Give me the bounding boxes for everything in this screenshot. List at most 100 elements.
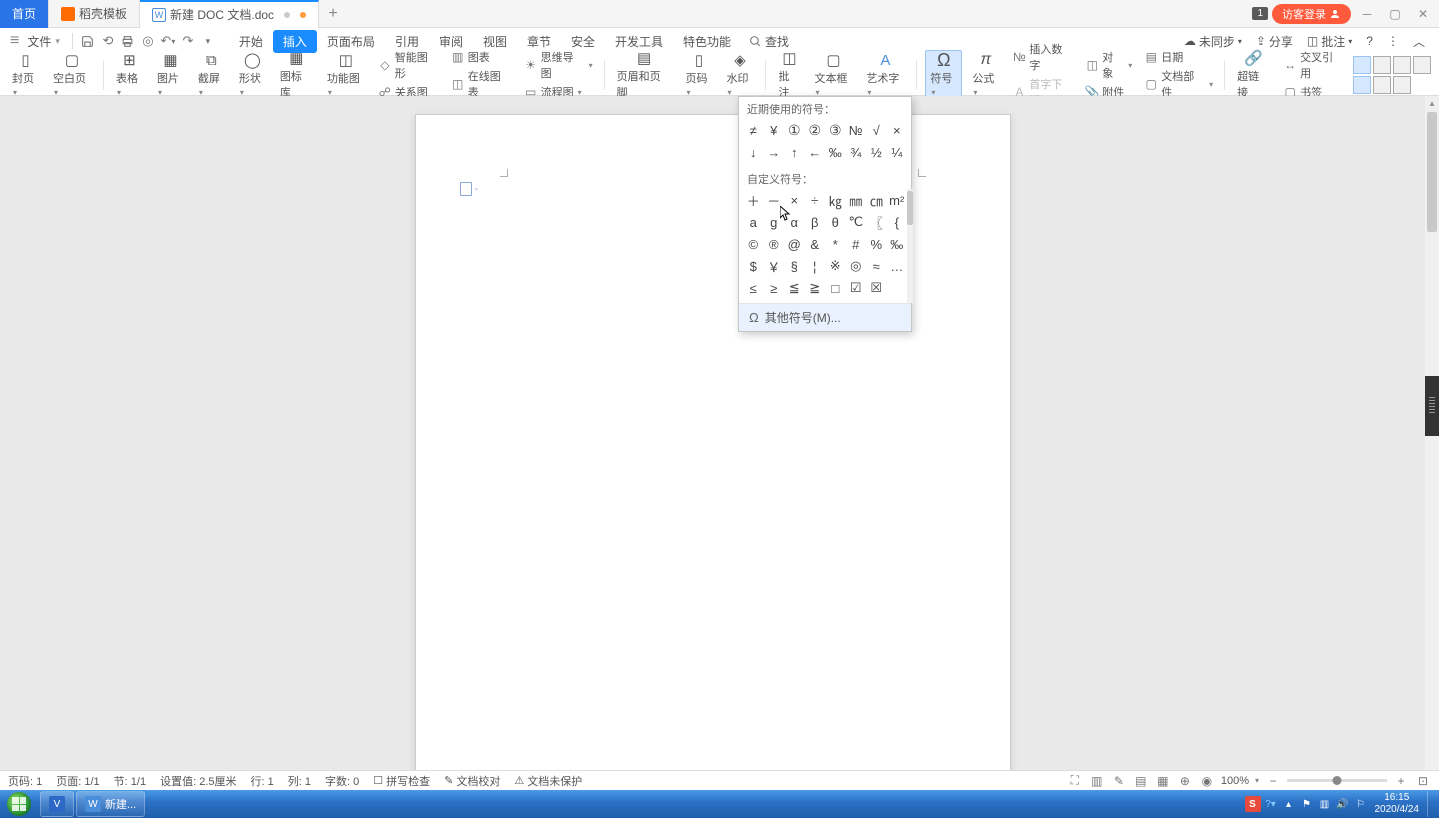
status-col[interactable]: 列: 1 — [288, 773, 311, 789]
sym-arrow-left[interactable]: ← — [805, 141, 826, 163]
equation-button[interactable]: π公式▾ — [968, 51, 1003, 98]
sym-permille2[interactable]: ‰ — [887, 233, 908, 255]
zoom-in[interactable]: + — [1393, 773, 1409, 789]
sym-asterisk[interactable]: * — [825, 233, 846, 255]
mindmap-button[interactable]: ☀思维导图▾ — [521, 48, 596, 82]
sym-broken-bar[interactable]: ¦ — [805, 255, 826, 277]
sym-at[interactable]: @ — [784, 233, 805, 255]
show-desktop-button[interactable] — [1427, 791, 1437, 817]
sym-m2[interactable]: m² — [887, 189, 908, 211]
view-mode-5[interactable] — [1353, 76, 1371, 94]
scroll-up-button[interactable]: ▴ — [1430, 96, 1435, 110]
sym-beta[interactable]: β — [805, 211, 826, 233]
close-button[interactable]: ✕ — [1411, 4, 1435, 24]
sym-cm[interactable]: ㎝ — [866, 189, 887, 211]
search-menu[interactable]: 查找 — [749, 33, 789, 50]
tab-add[interactable]: + — [319, 5, 347, 23]
crossref-button[interactable]: ↔交叉引用 — [1280, 48, 1347, 82]
side-panel-toggle[interactable] — [1425, 376, 1439, 436]
smart-graphic-button[interactable]: ◇智能图形 — [375, 48, 442, 82]
status-page[interactable]: 页码: 1 — [8, 773, 42, 789]
sym-approx[interactable]: ≈ — [866, 255, 887, 277]
sym-sqrt[interactable]: √ — [866, 119, 887, 141]
screenshot-button[interactable]: ⧉截屏▾ — [194, 51, 229, 98]
cover-page-button[interactable]: ▯封页▾ — [8, 51, 43, 98]
tab-home[interactable]: 首页 — [0, 0, 49, 28]
symbol-button[interactable]: Ω符号▾ — [925, 50, 962, 99]
wordart-button[interactable]: A艺术字▾ — [862, 51, 908, 98]
menu-icon[interactable]: ≡ — [10, 32, 19, 50]
view-eye[interactable]: ◉ — [1199, 773, 1215, 789]
minimize-button[interactable]: ─ — [1355, 4, 1379, 24]
document-page[interactable]: - — [415, 114, 1011, 788]
more-symbols-button[interactable]: Ω 其他符号(M)... — [739, 303, 911, 331]
protect-status[interactable]: ⚠ 文档未保护 — [514, 773, 582, 789]
view-mode-2[interactable] — [1373, 56, 1391, 74]
vertical-scrollbar[interactable]: ▴ ▾ — [1425, 96, 1439, 788]
notification-badge[interactable]: 1 — [1252, 7, 1268, 20]
object-button[interactable]: ◫对象▾ — [1082, 48, 1135, 82]
sym-one-quarter[interactable]: ¼ — [887, 141, 908, 163]
sym-plus[interactable]: ＋ — [743, 189, 764, 211]
sym-arrow-up[interactable]: ↑ — [784, 141, 805, 163]
export-button[interactable]: ⟲ — [99, 32, 117, 50]
page-number-button[interactable]: ▯页码▾ — [682, 51, 717, 98]
scrollbar-thumb[interactable] — [1427, 112, 1437, 232]
taskbar-app-vnc[interactable]: V — [40, 791, 74, 817]
sym-brace-l[interactable]: { — [887, 211, 908, 233]
sym-three-quarters[interactable]: ¾ — [846, 141, 867, 163]
print-button[interactable] — [119, 32, 137, 50]
print-preview-button[interactable]: ◎ — [139, 32, 157, 50]
taskbar-app-wps[interactable]: W新建... — [76, 791, 145, 817]
sym-lte2[interactable]: ≦ — [784, 277, 805, 299]
tray-volume-icon[interactable]: 🔊 — [1335, 796, 1351, 812]
tray-expand-icon[interactable]: ▴ — [1281, 796, 1297, 812]
maximize-button[interactable]: ▢ — [1383, 4, 1407, 24]
sym-gte[interactable]: ≥ — [764, 277, 785, 299]
start-button[interactable] — [0, 790, 38, 818]
sym-alpha[interactable]: α — [784, 211, 805, 233]
zoom-value[interactable]: 100% — [1221, 775, 1249, 787]
fit-width[interactable]: ⊡ — [1415, 773, 1431, 789]
view-read[interactable]: ▥ — [1089, 773, 1105, 789]
scrollbar-track[interactable] — [1427, 110, 1437, 774]
iconlib-button[interactable]: ▦图标库 — [276, 49, 317, 100]
sym-permille[interactable]: ‰ — [825, 141, 846, 163]
tray-network-icon[interactable]: ▥ — [1317, 796, 1333, 812]
sym-ellipsis[interactable]: … — [887, 255, 908, 277]
tray-clock[interactable]: 16:15 2020/4/24 — [1371, 792, 1424, 816]
sym-one-half[interactable]: ½ — [866, 141, 887, 163]
sym-theta[interactable]: θ — [825, 211, 846, 233]
sym-hash[interactable]: # — [846, 233, 867, 255]
chart-button[interactable]: ▥图表 — [448, 48, 515, 66]
sym-g[interactable]: g — [764, 211, 785, 233]
view-outline[interactable]: ✎ — [1111, 773, 1127, 789]
zoom-out[interactable]: − — [1265, 773, 1281, 789]
sym-kg[interactable]: ㎏ — [825, 189, 846, 211]
spell-check-toggle[interactable]: ☐ 拼写检查 — [373, 773, 430, 789]
picture-button[interactable]: ▦图片▾ — [153, 51, 188, 98]
sym-arrow-right[interactable]: → — [764, 141, 785, 163]
view-print[interactable]: ▤ — [1133, 773, 1149, 789]
view-mode-6[interactable] — [1373, 76, 1391, 94]
sym-ampersand[interactable]: & — [805, 233, 826, 255]
sym-circled-2[interactable]: ② — [805, 119, 826, 141]
tray-sogou-icon[interactable]: S — [1245, 796, 1261, 812]
sym-yen-full[interactable]: ￥ — [764, 255, 785, 277]
sym-mm[interactable]: ㎜ — [846, 189, 867, 211]
undo-button[interactable]: ↶▾ — [159, 32, 177, 50]
tray-action-icon[interactable]: ⚑ — [1299, 796, 1315, 812]
symbol-grid-scrollbar[interactable] — [907, 189, 913, 303]
sym-section[interactable]: § — [784, 255, 805, 277]
menu-tab-special[interactable]: 特色功能 — [673, 30, 741, 53]
redo-button[interactable]: ↷ — [179, 32, 197, 50]
zoom-slider[interactable] — [1287, 779, 1387, 782]
sym-circled-1[interactable]: ① — [784, 119, 805, 141]
function-button[interactable]: ◫功能图▾ — [323, 51, 369, 98]
status-pages[interactable]: 页面: 1/1 — [56, 773, 99, 789]
menu-tab-start[interactable]: 开始 — [229, 30, 273, 53]
tab-document[interactable]: W 新建 DOC 文档.doc — [140, 0, 319, 28]
view-mode-1[interactable] — [1353, 56, 1371, 74]
table-button[interactable]: ⊞表格▾ — [112, 51, 147, 98]
sym-dollar[interactable]: $ — [743, 255, 764, 277]
